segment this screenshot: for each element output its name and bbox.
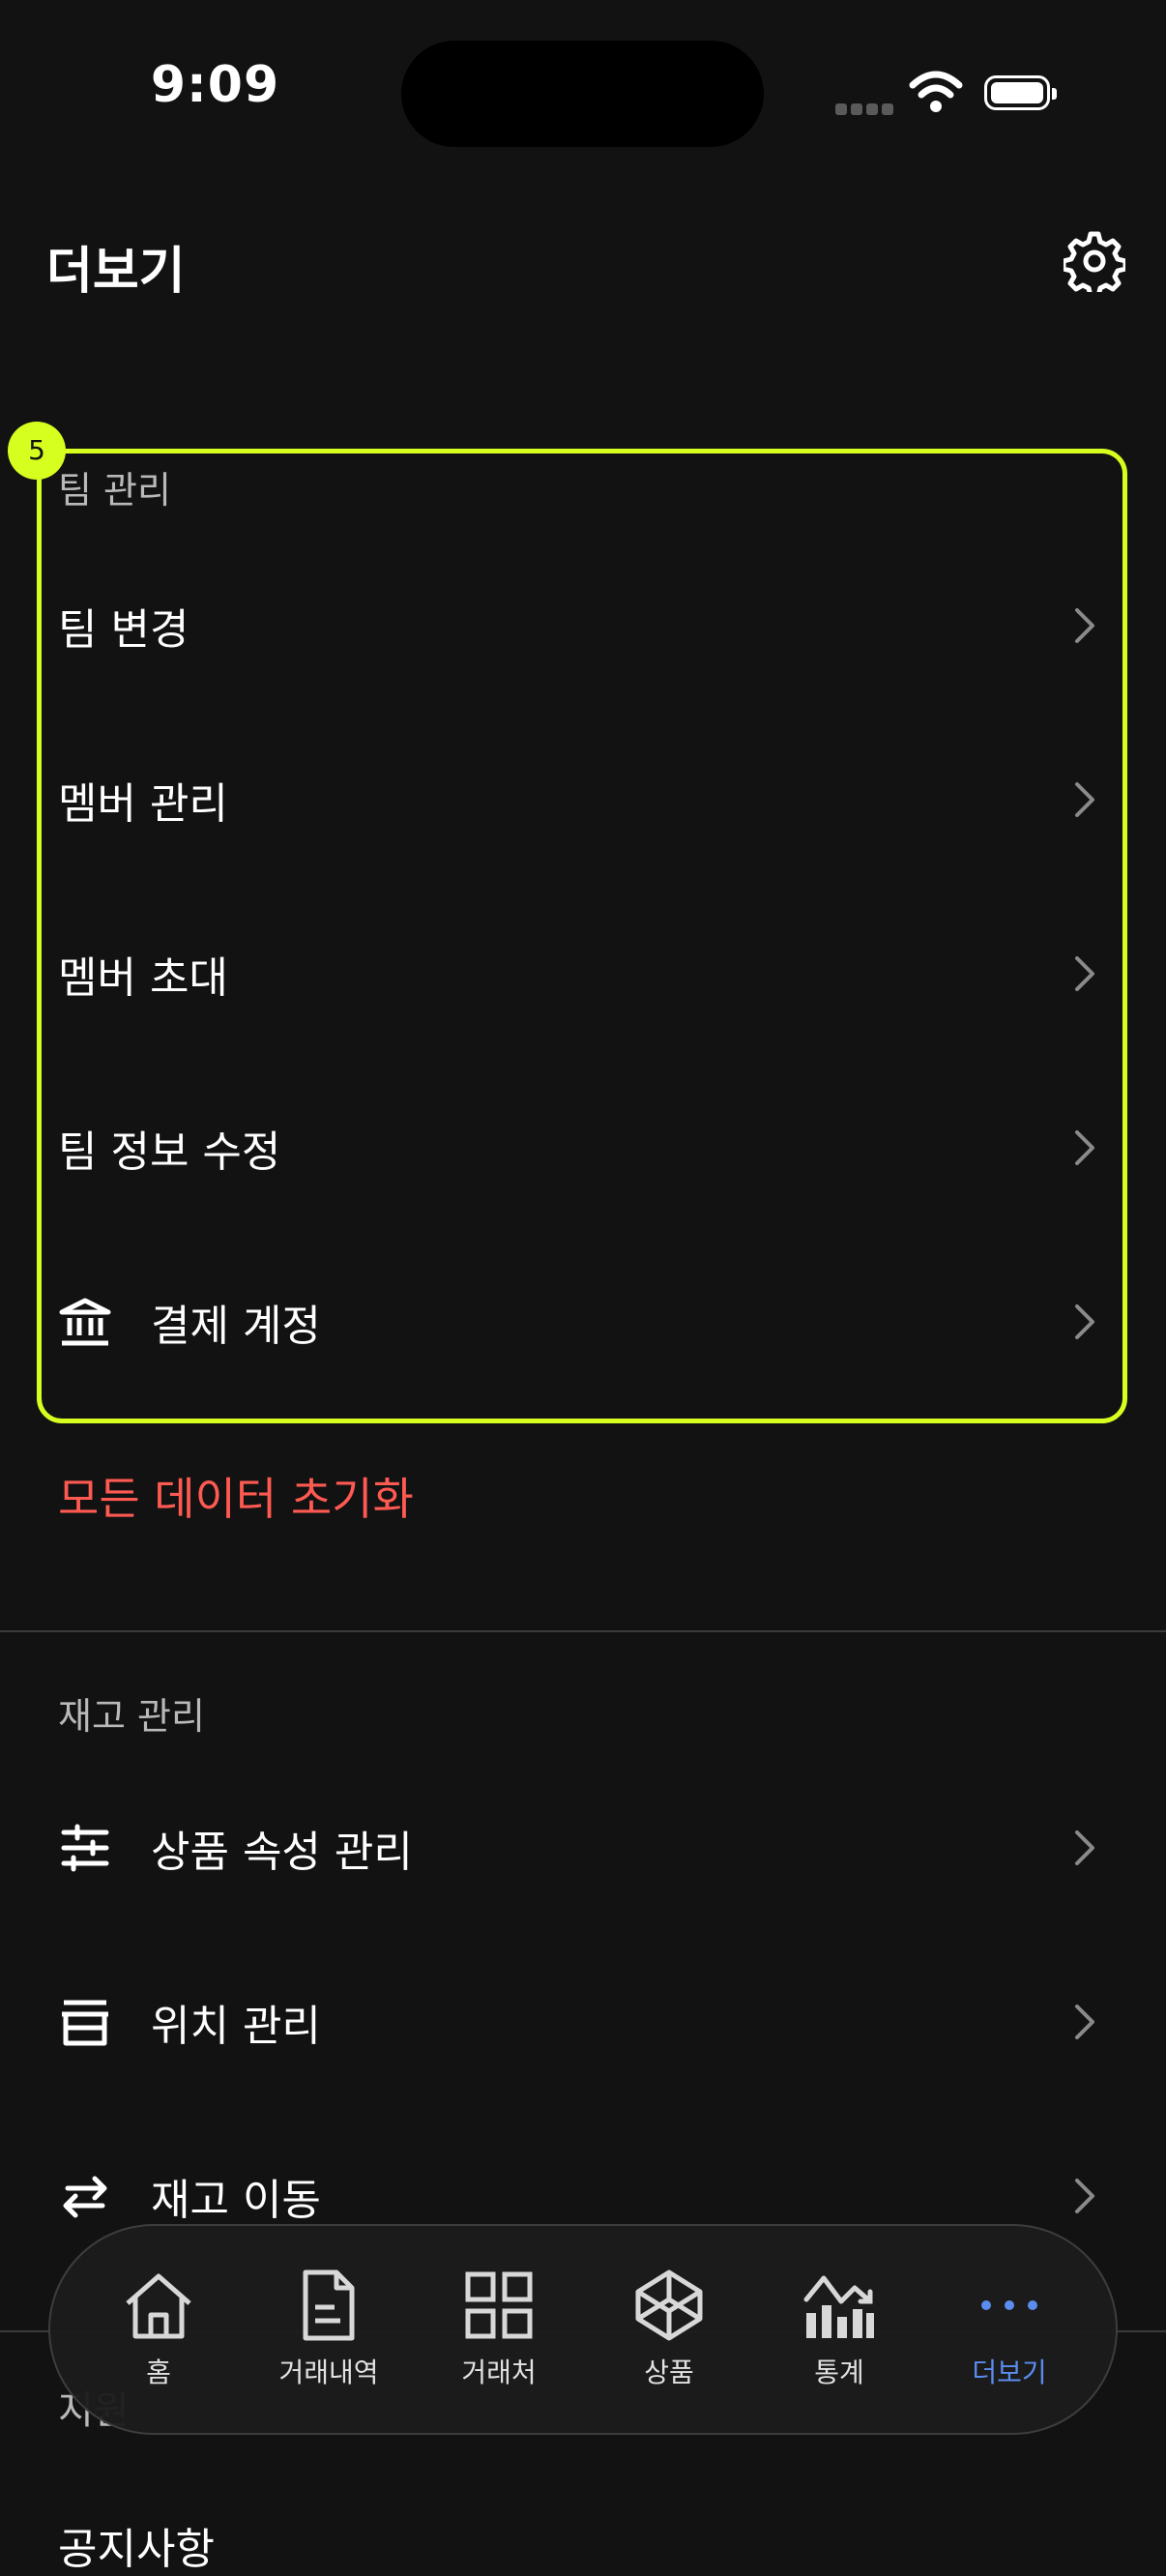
- dynamic-island: [401, 41, 764, 147]
- chevron-right-icon: [1075, 608, 1094, 643]
- tab-label: 상품: [644, 2356, 694, 2388]
- reset-all-data-button[interactable]: 모든 데이터 초기화: [58, 1464, 414, 1528]
- menu-row-label: 결제 계정: [151, 1302, 321, 1351]
- tab-label: 거래처: [461, 2356, 537, 2388]
- menu-row-edit-team-info[interactable]: 팀 정보 수정: [0, 1085, 1166, 1211]
- menu-row-label: 재고 이동: [151, 2176, 321, 2225]
- section-label-team: 팀 관리: [58, 469, 171, 512]
- menu-row-label: 멤버 관리: [58, 779, 228, 829]
- section-divider: [0, 1630, 1166, 1632]
- document-icon: [303, 2269, 355, 2341]
- home-icon: [126, 2273, 191, 2339]
- battery-icon: [984, 75, 1057, 110]
- highlight-badge: 5: [8, 422, 66, 480]
- page-title: 더보기: [46, 243, 186, 301]
- menu-row-product-attributes[interactable]: 상품 속성 관리: [0, 1785, 1166, 1911]
- chart-icon: [803, 2275, 874, 2338]
- status-time: 9:09: [150, 56, 280, 114]
- tab-label: 더보기: [972, 2356, 1047, 2388]
- swap-icon: [63, 2176, 107, 2218]
- cellular-signal-icon: [835, 101, 897, 119]
- wifi-icon: [909, 71, 963, 112]
- chevron-right-icon: [1075, 2005, 1094, 2039]
- tab-products[interactable]: 상품: [592, 2269, 746, 2404]
- menu-row-label: 멤버 초대: [58, 953, 228, 1003]
- chevron-right-icon: [1075, 956, 1094, 991]
- tab-label: 거래내역: [278, 2356, 379, 2388]
- tab-statistics[interactable]: 통계: [762, 2269, 917, 2404]
- menu-row-change-team[interactable]: 팀 변경: [0, 563, 1166, 688]
- chevron-right-icon: [1075, 1130, 1094, 1165]
- menu-row-label: 위치 관리: [151, 2002, 321, 2051]
- bank-icon: [59, 1298, 111, 1346]
- menu-row-label: 상품 속성 관리: [151, 1828, 413, 1877]
- chevron-right-icon: [1075, 782, 1094, 817]
- tab-label: 통계: [814, 2356, 864, 2388]
- box-icon: [635, 2269, 703, 2341]
- menu-row-label: 팀 변경: [58, 605, 189, 655]
- store-icon: [62, 2000, 108, 2046]
- more-icon: [981, 2300, 1037, 2310]
- tab-label: 홈: [146, 2356, 171, 2388]
- menu-row-label: 팀 정보 수정: [58, 1127, 281, 1177]
- tab-transactions[interactable]: 거래내역: [251, 2269, 406, 2404]
- menu-row-member-management[interactable]: 멤버 관리: [0, 737, 1166, 863]
- grid-icon: [465, 2271, 533, 2339]
- menu-row-location-management[interactable]: 위치 관리: [0, 1959, 1166, 2085]
- chevron-right-icon: [1075, 1304, 1094, 1339]
- sliders-icon: [61, 1824, 109, 1872]
- bottom-tab-bar: 홈 거래내역 거래처 상품 통계 더보기: [48, 2224, 1118, 2435]
- menu-row-invite-member[interactable]: 멤버 초대: [0, 911, 1166, 1037]
- chevron-right-icon: [1075, 1830, 1094, 1865]
- menu-row-notice[interactable]: 공지사항: [58, 2514, 215, 2576]
- menu-row-payment-account[interactable]: 결제 계정: [0, 1259, 1166, 1385]
- chevron-right-icon: [1075, 2179, 1094, 2213]
- section-label-inventory: 재고 관리: [58, 1695, 205, 1738]
- settings-gear-icon[interactable]: [1064, 230, 1125, 292]
- tab-more[interactable]: 더보기: [932, 2269, 1087, 2404]
- tab-clients[interactable]: 거래처: [422, 2269, 576, 2404]
- tab-home[interactable]: 홈: [81, 2269, 236, 2404]
